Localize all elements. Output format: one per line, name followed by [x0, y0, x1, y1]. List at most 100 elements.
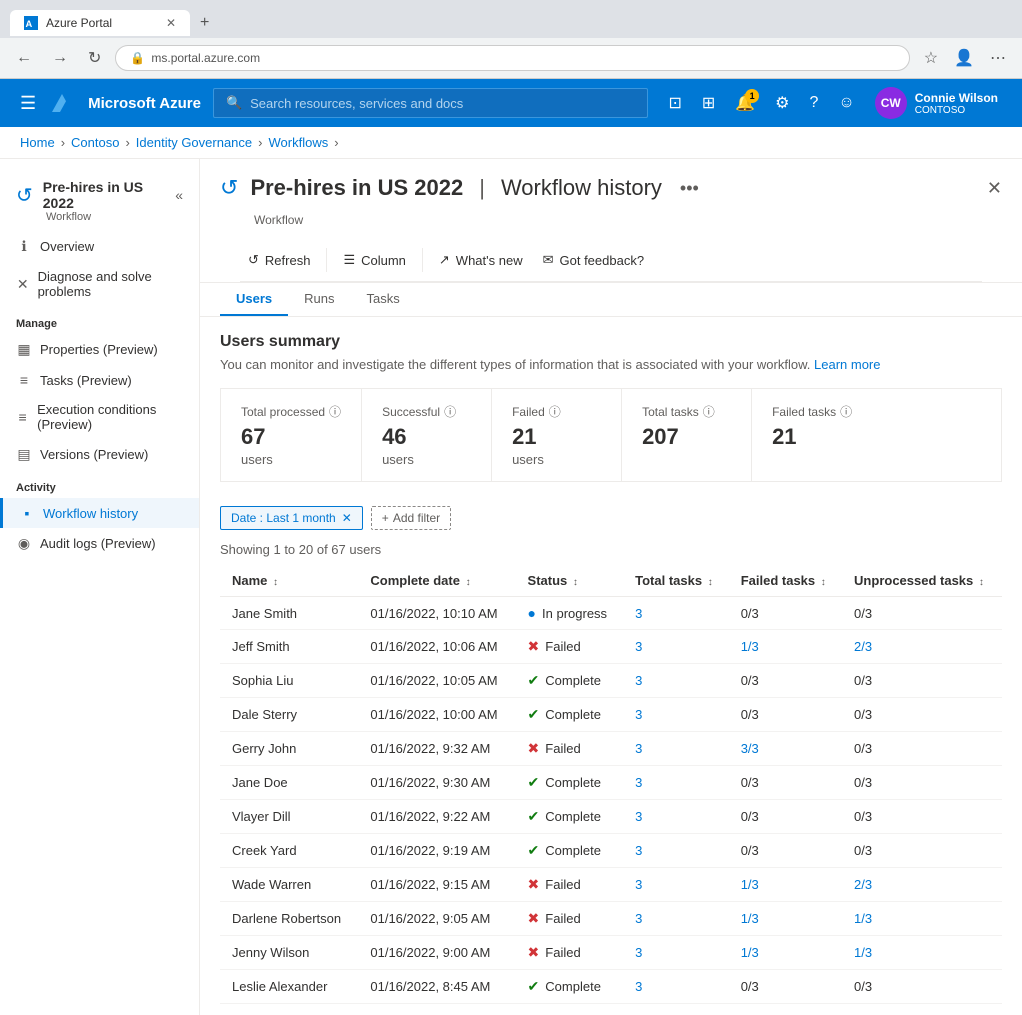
close-tab-icon[interactable]: ✕: [166, 16, 176, 30]
forward-button[interactable]: →: [46, 47, 74, 69]
col-name[interactable]: Name ↕: [220, 565, 358, 597]
refresh-label: Refresh: [265, 253, 311, 268]
failed-tasks-value: 0/3: [741, 673, 759, 688]
col-status[interactable]: Status ↕: [516, 565, 624, 597]
breadcrumb-workflows[interactable]: Workflows: [269, 135, 329, 150]
tab-runs[interactable]: Runs: [288, 283, 350, 316]
table-row: Jeff Smith 01/16/2022, 10:06 AM ✖Failed …: [220, 630, 1002, 664]
failed-tasks-link[interactable]: 1/3: [741, 639, 759, 654]
profile-button[interactable]: 👤: [948, 44, 980, 72]
failed-tasks-value: 0/3: [741, 606, 759, 621]
col-total-tasks[interactable]: Total tasks ↕: [623, 565, 729, 597]
tab-tasks[interactable]: Tasks: [351, 283, 416, 316]
feedback-toolbar-button[interactable]: ✉ Got feedback?: [535, 247, 652, 273]
sidebar-item-execution-conditions[interactable]: ≡ Execution conditions (Preview): [0, 395, 199, 439]
sidebar-item-workflow-history[interactable]: ▪ Workflow history: [0, 498, 199, 528]
total-tasks-link[interactable]: 3: [635, 673, 642, 688]
unprocessed-tasks-link[interactable]: 2/3: [854, 877, 872, 892]
cell-total: 3: [623, 800, 729, 834]
cell-date: 01/16/2022, 9:19 AM: [358, 834, 515, 868]
refresh-button-toolbar[interactable]: ↺ Refresh: [240, 247, 318, 273]
breadcrumb-contoso[interactable]: Contoso: [71, 135, 119, 150]
unprocessed-tasks-link[interactable]: 1/3: [854, 911, 872, 926]
total-tasks-link[interactable]: 3: [635, 741, 642, 756]
col-complete-date[interactable]: Complete date ↕: [358, 565, 515, 597]
stat-successful: Successful ⓘ 46 users: [362, 389, 492, 481]
total-tasks-link[interactable]: 3: [635, 843, 642, 858]
settings-button[interactable]: ⚙: [767, 85, 797, 121]
stat-value-successful: 46: [382, 424, 471, 450]
info-icon-total-tasks[interactable]: ⓘ: [703, 403, 715, 420]
info-icon-failed-tasks[interactable]: ⓘ: [840, 403, 852, 420]
cell-total: 3: [623, 766, 729, 800]
date-filter-chip[interactable]: Date : Last 1 month ✕: [220, 506, 363, 530]
total-tasks-link[interactable]: 3: [635, 707, 642, 722]
more-options-page-button[interactable]: •••: [674, 176, 705, 201]
total-tasks-link[interactable]: 3: [635, 877, 642, 892]
browser-tab[interactable]: A Azure Portal ✕: [10, 10, 190, 36]
summary-section: Users summary You can monitor and invest…: [200, 317, 1022, 498]
cell-unprocessed: 0/3: [842, 732, 1002, 766]
learn-more-link[interactable]: Learn more: [814, 357, 880, 372]
search-input[interactable]: [250, 96, 635, 111]
failed-tasks-link[interactable]: 1/3: [741, 877, 759, 892]
breadcrumb-home[interactable]: Home: [20, 135, 55, 150]
tab-bar: A Azure Portal ✕ +: [10, 8, 1012, 38]
sidebar-item-audit-logs[interactable]: ◉ Audit logs (Preview): [0, 528, 199, 559]
sidebar-item-properties[interactable]: ▦ Properties (Preview): [0, 334, 199, 365]
filter-chip-close[interactable]: ✕: [342, 511, 352, 525]
notifications-button[interactable]: 🔔 1: [727, 85, 763, 121]
failed-tasks-link[interactable]: 1/3: [741, 911, 759, 926]
total-tasks-link[interactable]: 3: [635, 945, 642, 960]
hamburger-menu[interactable]: ☰: [16, 89, 40, 118]
sidebar-collapse-button[interactable]: «: [175, 187, 183, 203]
table-row: Leslie Alexander 01/16/2022, 8:25 AM ✔Co…: [220, 1004, 1002, 1015]
failed-tasks-link[interactable]: 3/3: [741, 741, 759, 756]
col-failed-tasks[interactable]: Failed tasks ↕: [729, 565, 842, 597]
add-filter-button[interactable]: + Add filter: [371, 506, 451, 530]
total-tasks-link[interactable]: 3: [635, 809, 642, 824]
back-button[interactable]: ←: [10, 47, 38, 69]
total-tasks-link[interactable]: 3: [635, 606, 642, 621]
address-bar[interactable]: 🔒 ms.portal.azure.com: [115, 45, 909, 71]
extensions-button[interactable]: ☆: [918, 44, 944, 72]
audit-icon: ◉: [16, 535, 32, 552]
toolbar-separator-2: [422, 248, 423, 272]
browser-actions: ☆ 👤 ⋯: [918, 44, 1012, 72]
properties-icon: ▦: [16, 341, 32, 358]
total-tasks-link[interactable]: 3: [635, 775, 642, 790]
search-box[interactable]: 🔍: [213, 88, 649, 118]
feedback-button[interactable]: ☺: [830, 86, 862, 120]
table-header-row: Name ↕ Complete date ↕ Status ↕ Total ta…: [220, 565, 1002, 597]
info-icon-total-processed[interactable]: ⓘ: [329, 403, 341, 420]
cell-status: ✔Complete: [516, 664, 624, 698]
whats-new-button[interactable]: ↗ What's new: [431, 247, 531, 273]
cloud-shell-button[interactable]: ⊡: [660, 85, 689, 121]
user-initials: CW: [881, 96, 901, 110]
workflow-history-icon: ▪: [19, 505, 35, 521]
more-options-button[interactable]: ⋯: [984, 44, 1012, 72]
user-profile[interactable]: CW Connie Wilson CONTOSO: [867, 83, 1006, 123]
close-page-button[interactable]: ✕: [987, 178, 1002, 199]
refresh-button[interactable]: ↻: [82, 46, 107, 70]
sidebar-item-versions[interactable]: ▤ Versions (Preview): [0, 439, 199, 470]
info-icon-successful[interactable]: ⓘ: [444, 403, 456, 420]
total-tasks-link[interactable]: 3: [635, 639, 642, 654]
sidebar-item-diagnose[interactable]: ✕ Diagnose and solve problems: [0, 262, 199, 306]
total-tasks-link[interactable]: 3: [635, 911, 642, 926]
portal-button[interactable]: ⊞: [694, 85, 723, 121]
failed-tasks-link[interactable]: 1/3: [741, 945, 759, 960]
breadcrumb-identity-governance[interactable]: Identity Governance: [136, 135, 252, 150]
sidebar-item-tasks[interactable]: ≡ Tasks (Preview): [0, 365, 199, 395]
new-tab-button[interactable]: +: [190, 8, 219, 38]
unprocessed-tasks-link[interactable]: 1/3: [854, 945, 872, 960]
column-button[interactable]: ☰ Column: [335, 247, 413, 273]
tab-users[interactable]: Users: [220, 283, 288, 316]
info-icon-failed[interactable]: ⓘ: [549, 403, 561, 420]
sidebar-item-overview[interactable]: ℹ Overview: [0, 231, 199, 262]
unprocessed-tasks-link[interactable]: 2/3: [854, 639, 872, 654]
total-tasks-link[interactable]: 3: [635, 979, 642, 994]
help-icon: ?: [810, 94, 819, 111]
help-button[interactable]: ?: [802, 86, 827, 120]
col-unprocessed-tasks[interactable]: Unprocessed tasks ↕: [842, 565, 1002, 597]
